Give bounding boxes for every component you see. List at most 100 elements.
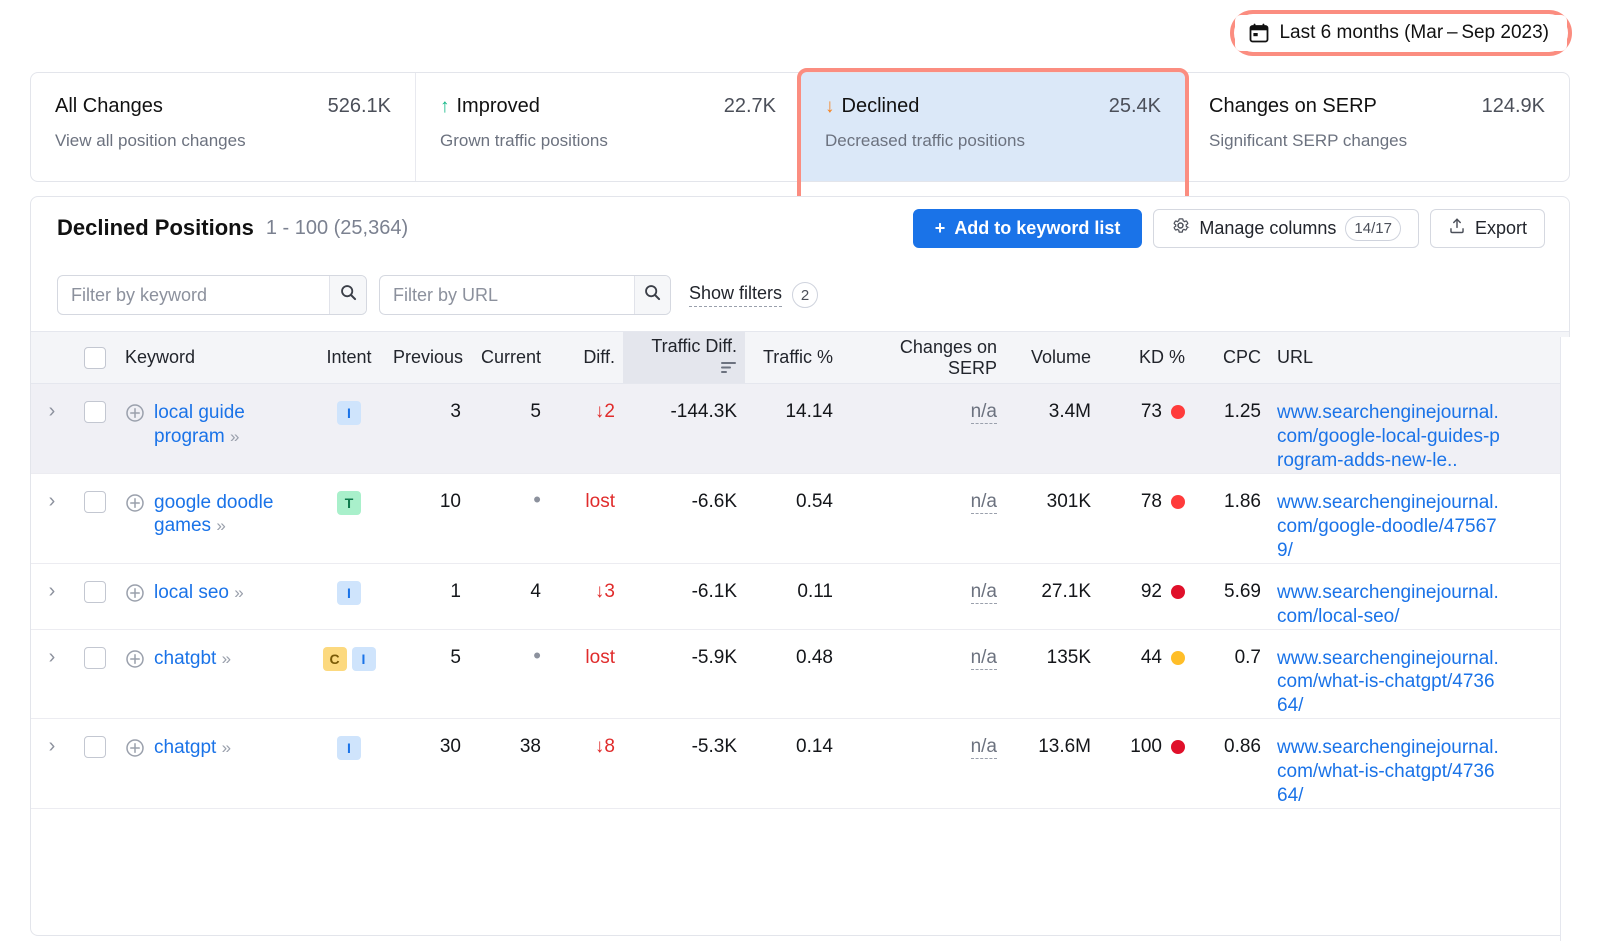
row-checkbox[interactable] bbox=[84, 401, 106, 423]
row-checkbox[interactable] bbox=[84, 491, 106, 513]
intent-badge-i[interactable]: I bbox=[352, 647, 376, 671]
keyword-detail-icon[interactable]: » bbox=[222, 738, 230, 757]
row-select-cell[interactable] bbox=[73, 719, 117, 809]
th-kd-percent[interactable]: KD % bbox=[1099, 332, 1193, 384]
add-keyword-icon[interactable] bbox=[125, 583, 145, 609]
arrow-down-icon: ↓ bbox=[825, 97, 835, 116]
row-select-cell[interactable] bbox=[73, 473, 117, 563]
search-input-url[interactable] bbox=[380, 276, 634, 314]
intent-badge-i[interactable]: I bbox=[337, 736, 361, 760]
metric-card-all-changes[interactable]: All Changes 526.1K View all position cha… bbox=[31, 73, 416, 181]
th-traffic-diff[interactable]: Traffic Diff. bbox=[623, 332, 745, 384]
metric-card-declined[interactable]: ↓ Declined 25.4K Decreased traffic posit… bbox=[801, 73, 1185, 181]
table-row[interactable]: ›chatgpt »I3038↓8-5.3K0.14n/a13.6M1000.8… bbox=[31, 719, 1569, 809]
add-to-keyword-list-button[interactable]: + Add to keyword list bbox=[913, 209, 1143, 248]
keyword-search-button[interactable] bbox=[329, 276, 366, 314]
th-keyword[interactable]: Keyword bbox=[117, 332, 313, 384]
search-input-keyword[interactable] bbox=[58, 276, 329, 314]
intent-cell: I bbox=[313, 563, 385, 629]
add-keyword-icon[interactable] bbox=[125, 649, 145, 675]
table-row[interactable]: ›local seo »I14↓3-6.1K0.11n/a27.1K925.69… bbox=[31, 563, 1569, 629]
date-range-container: Last 6 months (Mar – Sep 2023) bbox=[1230, 10, 1572, 56]
expand-cell[interactable]: › bbox=[31, 563, 73, 629]
row-checkbox[interactable] bbox=[84, 581, 106, 603]
url-link[interactable]: www.searchenginejournal.com/google-doodl… bbox=[1277, 492, 1499, 561]
keyword-detail-icon[interactable]: » bbox=[230, 427, 238, 446]
table-row[interactable]: ›google doodle games »T10•lost-6.6K0.54n… bbox=[31, 473, 1569, 563]
keyword-link[interactable]: google doodle games » bbox=[154, 491, 305, 538]
keyword-link[interactable]: chatgpt » bbox=[154, 736, 230, 760]
keyword-link[interactable]: local guide program » bbox=[154, 401, 305, 448]
add-keyword-icon[interactable] bbox=[125, 403, 145, 429]
th-traffic-percent[interactable]: Traffic % bbox=[745, 332, 841, 384]
show-filters-toggle[interactable]: Show filters 2 bbox=[689, 282, 818, 308]
changes-on-serp-value[interactable]: n/a bbox=[971, 491, 997, 514]
metric-card-improved[interactable]: ↑ Improved 22.7K Grown traffic positions bbox=[416, 73, 801, 181]
traffic-diff-cell: -144.3K bbox=[623, 384, 745, 474]
table-head: Keyword Intent Previous Current Diff. Tr… bbox=[31, 332, 1569, 384]
url-link[interactable]: www.searchenginejournal.com/what-is-chat… bbox=[1277, 648, 1499, 717]
changes-on-serp-value[interactable]: n/a bbox=[971, 401, 997, 424]
row-select-cell[interactable] bbox=[73, 563, 117, 629]
table-row[interactable]: ›local guide program »I35↓2-144.3K14.14n… bbox=[31, 384, 1569, 474]
changes-on-serp-value[interactable]: n/a bbox=[971, 581, 997, 604]
th-current[interactable]: Current bbox=[469, 332, 549, 384]
expand-cell[interactable]: › bbox=[31, 473, 73, 563]
date-range-highlight-ring: Last 6 months (Mar – Sep 2023) bbox=[1230, 10, 1572, 56]
chevron-right-icon[interactable]: › bbox=[49, 647, 56, 667]
row-select-cell[interactable] bbox=[73, 629, 117, 719]
intent-badge-i[interactable]: I bbox=[337, 401, 361, 425]
cpc-cell: 1.25 bbox=[1193, 384, 1269, 474]
chevron-right-icon[interactable]: › bbox=[49, 581, 56, 601]
manage-columns-button[interactable]: Manage columns 14/17 bbox=[1153, 209, 1419, 248]
metric-card-changes-on-serp[interactable]: Changes on SERP 124.9K Significant SERP … bbox=[1185, 73, 1569, 181]
card-header: Changes on SERP 124.9K bbox=[1209, 95, 1545, 118]
intent-badge-i[interactable]: I bbox=[337, 581, 361, 605]
expand-cell[interactable]: › bbox=[31, 629, 73, 719]
expand-cell[interactable]: › bbox=[31, 384, 73, 474]
keyword-detail-icon[interactable]: » bbox=[234, 583, 242, 602]
keyword-link[interactable]: chatgbt » bbox=[154, 647, 230, 671]
th-changes-on-serp[interactable]: Changes on SERP bbox=[841, 332, 1005, 384]
row-select-cell[interactable] bbox=[73, 384, 117, 474]
intent-badge-t[interactable]: T bbox=[337, 491, 361, 515]
intent-badge-c[interactable]: C bbox=[323, 647, 347, 671]
th-diff[interactable]: Diff. bbox=[549, 332, 623, 384]
th-url[interactable]: URL bbox=[1269, 332, 1513, 384]
th-intent[interactable]: Intent bbox=[313, 332, 385, 384]
select-all-checkbox[interactable] bbox=[84, 347, 106, 369]
th-cpc[interactable]: CPC bbox=[1193, 332, 1269, 384]
card-title: All Changes bbox=[55, 95, 163, 118]
url-link[interactable]: www.searchenginejournal.com/google-local… bbox=[1277, 402, 1500, 471]
add-keyword-icon[interactable] bbox=[125, 738, 145, 764]
chevron-right-icon[interactable]: › bbox=[49, 736, 56, 756]
results-table: Keyword Intent Previous Current Diff. Tr… bbox=[31, 331, 1569, 809]
export-button[interactable]: Export bbox=[1430, 209, 1545, 248]
chevron-right-icon[interactable]: › bbox=[49, 401, 56, 421]
url-link[interactable]: www.searchenginejournal.com/local-seo/ bbox=[1277, 582, 1499, 627]
card-value: 25.4K bbox=[1109, 95, 1161, 118]
expand-cell[interactable]: › bbox=[31, 719, 73, 809]
show-filters-count: 2 bbox=[792, 282, 818, 308]
changes-on-serp-value[interactable]: n/a bbox=[971, 736, 997, 759]
url-cell: www.searchenginejournal.com/local-seo/ bbox=[1269, 563, 1513, 629]
table-row[interactable]: ›chatgbt »CI5•lost-5.9K0.48n/a135K440.7w… bbox=[31, 629, 1569, 719]
keyword-detail-icon[interactable]: » bbox=[222, 649, 230, 668]
chevron-right-icon[interactable]: › bbox=[49, 491, 56, 511]
card-header: ↑ Improved 22.7K bbox=[440, 95, 776, 118]
keyword-detail-icon[interactable]: » bbox=[216, 516, 224, 535]
keyword-link[interactable]: local seo » bbox=[154, 581, 243, 605]
add-keyword-icon[interactable] bbox=[125, 493, 145, 519]
changes-on-serp-value[interactable]: n/a bbox=[971, 647, 997, 670]
changes-on-serp-cell: n/a bbox=[841, 719, 1005, 809]
th-volume[interactable]: Volume bbox=[1005, 332, 1099, 384]
card-title: Changes on SERP bbox=[1209, 95, 1377, 118]
url-link[interactable]: www.searchenginejournal.com/what-is-chat… bbox=[1277, 737, 1499, 806]
volume-cell: 3.4M bbox=[1005, 384, 1099, 474]
row-checkbox[interactable] bbox=[84, 736, 106, 758]
url-search-button[interactable] bbox=[634, 276, 670, 314]
date-range-picker[interactable]: Last 6 months (Mar – Sep 2023) bbox=[1235, 15, 1567, 51]
th-previous[interactable]: Previous bbox=[385, 332, 469, 384]
card-title-wrap: Changes on SERP bbox=[1209, 95, 1377, 118]
row-checkbox[interactable] bbox=[84, 647, 106, 669]
